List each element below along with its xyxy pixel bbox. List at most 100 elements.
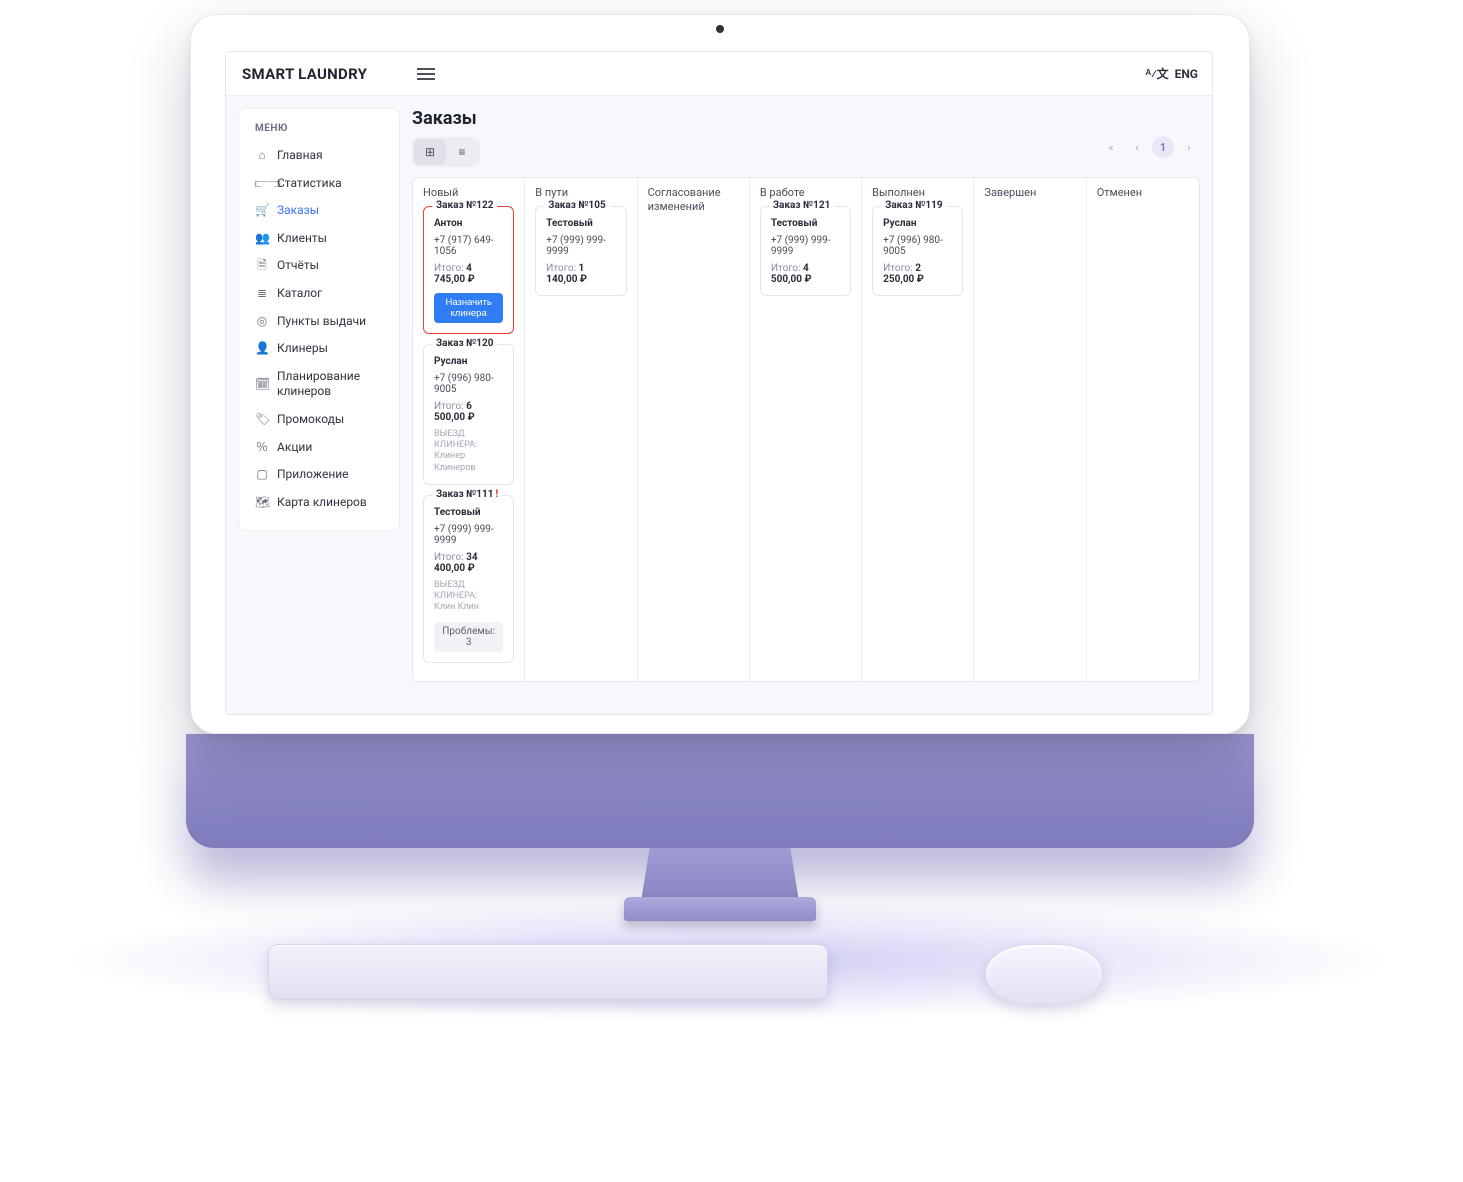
- card-customer: Тестовый: [771, 218, 840, 229]
- mouse: [985, 944, 1103, 1004]
- card-phone: +7 (999) 999-9999: [434, 524, 503, 546]
- page-1-button[interactable]: 1: [1152, 136, 1174, 158]
- column-title: Завершен: [984, 186, 1075, 200]
- camera-dot: [716, 25, 724, 33]
- card-total: Итого: 34 400,00 ₽: [434, 552, 503, 574]
- board-column-5: Завершен: [974, 178, 1086, 681]
- sidebar-item-label: Отчёты: [277, 258, 319, 274]
- sidebar-icon: ⫍⫎: [255, 176, 269, 192]
- board-column-4: ВыполненЗаказ №119Руслан+7 (996) 980-900…: [862, 178, 974, 681]
- sidebar-item-label: Планирование клинеров: [277, 369, 383, 400]
- page-next-button[interactable]: ›: [1178, 136, 1200, 158]
- order-card[interactable]: Заказ №121Тестовый+7 (999) 999-9999Итого…: [760, 206, 851, 296]
- sidebar-item-4[interactable]: 🗎 Отчёты: [239, 252, 399, 280]
- column-title: В пути: [535, 186, 626, 200]
- sidebar-icon: 🏷: [255, 412, 269, 428]
- sidebar-item-2[interactable]: 🛒 Заказы: [239, 197, 399, 225]
- hamburger-icon: [417, 73, 435, 75]
- sidebar-item-label: Карта клинеров: [277, 495, 367, 511]
- sidebar-icon: 🗎: [255, 258, 269, 274]
- topbar: SMART LAUNDRY ᴬ⁄文 ENG: [226, 52, 1212, 96]
- toolbar: ⊞ ≡: [412, 137, 1200, 167]
- view-list-button[interactable]: ≡: [446, 139, 478, 165]
- sidebar-item-7[interactable]: 👤 Клинеры: [239, 335, 399, 363]
- app-viewport: SMART LAUNDRY ᴬ⁄文 ENG МЕНЮ ⌂ Главная ⫍⫎Ста…: [225, 51, 1213, 715]
- sidebar-item-10[interactable]: ％Акции: [239, 434, 399, 462]
- menu-toggle-button[interactable]: [406, 73, 446, 75]
- sidebar-icon: ≣: [255, 286, 269, 302]
- sidebar-item-label: Главная: [277, 148, 323, 164]
- sidebar-item-8[interactable]: 🗓 Планирование клинеров: [239, 363, 399, 406]
- card-problems-badge: Проблемы: 3: [434, 622, 503, 652]
- sidebar-icon: ▢: [255, 467, 269, 483]
- card-legend: Заказ №120: [432, 338, 497, 349]
- sidebar-icon: 👥: [255, 231, 269, 247]
- monitor-foot: [624, 897, 816, 921]
- order-card[interactable]: Заказ №105Тестовый+7 (999) 999-9999Итого…: [535, 206, 626, 296]
- assign-cleaner-button[interactable]: Назначить клинера: [434, 293, 503, 323]
- column-title: Отменен: [1097, 186, 1189, 200]
- card-legend: Заказ №122: [432, 200, 497, 211]
- sidebar-item-0[interactable]: ⌂ Главная: [239, 142, 399, 170]
- card-customer: Руслан: [883, 218, 952, 229]
- card-legend: Заказ №111!: [432, 489, 502, 500]
- card-phone: +7 (999) 999-9999: [546, 235, 615, 257]
- sidebar-icon: 🛒: [255, 203, 269, 219]
- alert-icon: !: [495, 489, 498, 500]
- order-card[interactable]: Заказ №119Руслан+7 (996) 980-9005Итого: …: [872, 206, 963, 296]
- column-title: В работе: [760, 186, 851, 200]
- sidebar-item-label: Клинеры: [277, 341, 328, 357]
- sidebar-item-3[interactable]: 👥 Клиенты: [239, 225, 399, 253]
- sidebar-icon: ⌂: [255, 148, 269, 164]
- sidebar-icon: 🗺: [255, 495, 269, 511]
- sidebar: МЕНЮ ⌂ Главная ⫍⫎Статистика 🛒 Заказы 👥 Клиенты…: [238, 108, 400, 531]
- card-customer: Руслан: [434, 356, 503, 367]
- card-phone: +7 (996) 980-9005: [434, 373, 503, 395]
- sidebar-item-1[interactable]: ⫍⫎Статистика: [239, 170, 399, 198]
- order-card[interactable]: Заказ №122Антон+7 (917) 649-1056Итого: 4…: [423, 206, 514, 334]
- sidebar-item-5[interactable]: ≣ Каталог: [239, 280, 399, 308]
- card-cleaner-meta: ВЫЕЗД КЛИНЕРА:Клинер Клинеров: [434, 429, 503, 474]
- board-column-2: Согласование изменений: [638, 178, 750, 681]
- order-card[interactable]: Заказ №111!Тестовый+7 (999) 999-9999Итог…: [423, 495, 514, 663]
- card-customer: Тестовый: [434, 507, 503, 518]
- sidebar-icon: ◎: [255, 314, 269, 330]
- sidebar-item-11[interactable]: ▢ Приложение: [239, 461, 399, 489]
- sidebar-item-12[interactable]: 🗺 Карта клинеров: [239, 489, 399, 517]
- page-first-button[interactable]: «: [1100, 136, 1122, 158]
- language-switch[interactable]: ᴬ⁄文 ENG: [1145, 65, 1198, 82]
- column-title: Выполнен: [872, 186, 963, 200]
- sidebar-title: МЕНЮ: [239, 123, 399, 142]
- page-prev-button[interactable]: ‹: [1126, 136, 1148, 158]
- board-column-1: В путиЗаказ №105 Тестовый +7 (999) 999-999…: [525, 178, 637, 681]
- order-card[interactable]: Заказ №120Руслан+7 (996) 980-9005Итого: …: [423, 344, 514, 485]
- monitor-chin: [186, 734, 1254, 848]
- card-total: Итого: 6 500,00 ₽: [434, 401, 503, 423]
- translate-icon: ᴬ⁄文: [1145, 65, 1168, 82]
- sidebar-item-label: Промокоды: [277, 412, 344, 428]
- board-column-3: В работеЗаказ №121Тестовый+7 (999) 999-9…: [750, 178, 862, 681]
- card-total: Итого: 2 250,00 ₽: [883, 263, 952, 285]
- view-grid-button[interactable]: ⊞: [414, 139, 446, 165]
- sidebar-item-label: Приложение: [277, 467, 349, 483]
- sidebar-item-label: Каталог: [277, 286, 322, 302]
- sidebar-item-label: Заказы: [277, 203, 319, 219]
- column-title: Новый: [423, 186, 514, 200]
- content-area: Заказы ⊞ ≡ «: [412, 108, 1200, 702]
- sidebar-item-9[interactable]: 🏷 Промокоды: [239, 406, 399, 434]
- card-phone: +7 (999) 999-9999: [771, 235, 840, 257]
- pagination: « ‹ 1 ›: [1100, 136, 1200, 158]
- keyboard: [268, 944, 828, 1000]
- card-customer: Тестовый: [546, 218, 615, 229]
- card-phone: +7 (996) 980-9005: [883, 235, 952, 257]
- monitor-frame: SMART LAUNDRY ᴬ⁄文 ENG МЕНЮ ⌂ Главная ⫍⫎Ста…: [190, 14, 1250, 734]
- sidebar-icon: 👤: [255, 341, 269, 357]
- card-cleaner-meta: ВЫЕЗД КЛИНЕРА:Клин Клин: [434, 580, 503, 614]
- language-label: ENG: [1175, 67, 1198, 81]
- sidebar-item-6[interactable]: ◎Пункты выдачи: [239, 308, 399, 336]
- card-total: Итого: 4 500,00 ₽: [771, 263, 840, 285]
- sidebar-icon: 🗓: [255, 377, 269, 393]
- sidebar-item-label: Клиенты: [277, 231, 327, 247]
- card-customer: Антон: [434, 218, 503, 229]
- card-legend: Заказ №105: [544, 200, 609, 211]
